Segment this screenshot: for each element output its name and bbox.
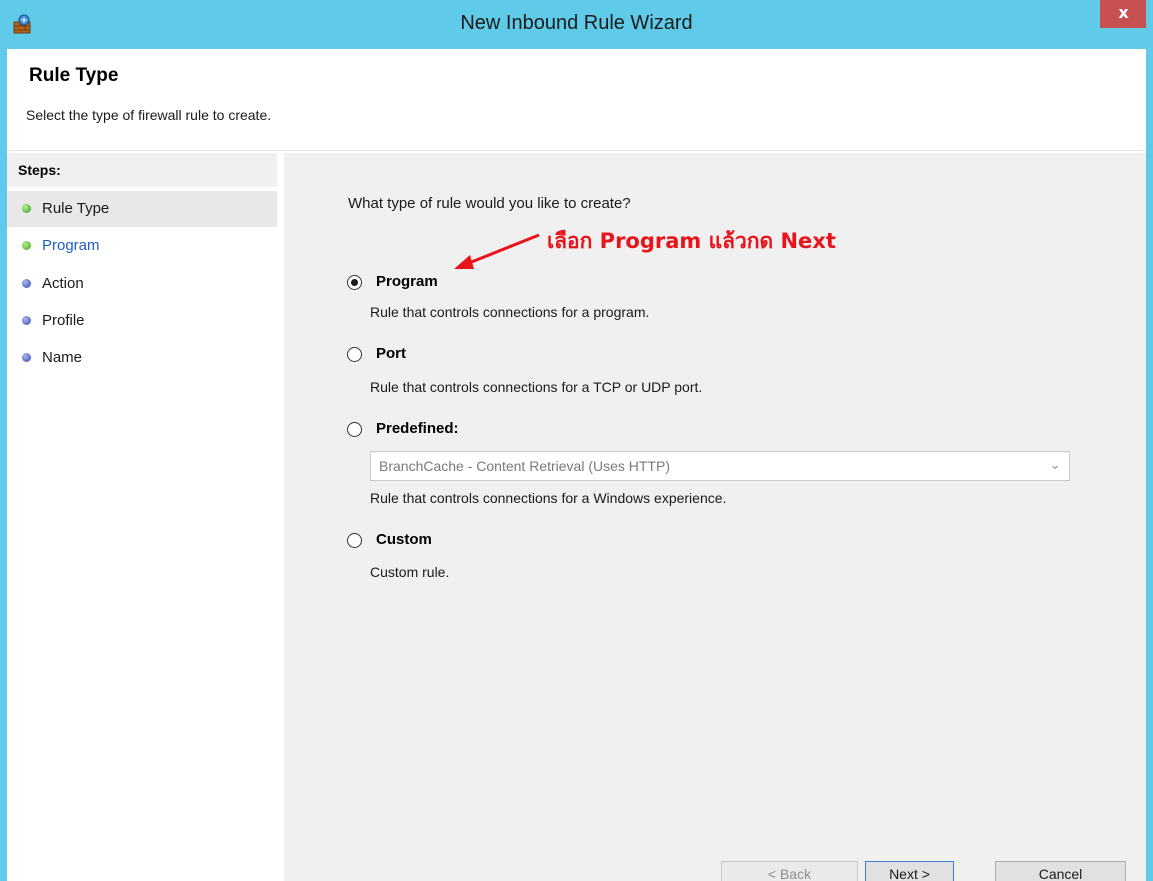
back-button[interactable]: < Back <box>721 861 858 881</box>
page-subtitle: Select the type of firewall rule to crea… <box>26 107 272 123</box>
radio-port[interactable] <box>347 347 362 362</box>
step-profile[interactable]: Profile <box>7 303 277 339</box>
title-bar[interactable]: New Inbound Rule Wizard x <box>7 0 1146 49</box>
page-title: Rule Type <box>29 65 119 86</box>
step-label: Program <box>42 237 100 254</box>
option-custom-desc: Custom rule. <box>370 564 450 580</box>
step-program[interactable]: Program <box>7 228 277 264</box>
option-port-desc: Rule that controls connections for a TCP… <box>370 379 703 395</box>
step-label: Action <box>42 275 84 292</box>
main-panel: What type of rule would you like to crea… <box>284 153 1146 881</box>
annotation-text: เลือก Program แล้วกด Next <box>547 229 836 253</box>
radio-custom[interactable] <box>347 533 362 548</box>
step-label: Profile <box>42 312 85 329</box>
close-button[interactable]: x <box>1100 0 1146 28</box>
steps-heading: Steps: <box>18 162 61 178</box>
next-button[interactable]: Next > <box>865 861 954 881</box>
predefined-select-value: BranchCache - Content Retrieval (Uses HT… <box>379 458 670 474</box>
radio-program[interactable] <box>347 275 362 290</box>
window-title: New Inbound Rule Wizard <box>460 12 693 34</box>
option-program-desc: Rule that controls connections for a pro… <box>370 304 650 320</box>
step-complete-icon <box>22 241 31 250</box>
step-pending-icon <box>22 279 31 288</box>
step-action[interactable]: Action <box>7 266 277 302</box>
cancel-button[interactable]: Cancel <box>995 861 1126 881</box>
step-pending-icon <box>22 353 31 362</box>
option-predefined-label[interactable]: Predefined: <box>376 420 459 437</box>
step-label: Rule Type <box>42 200 110 217</box>
step-rule-type[interactable]: Rule Type <box>7 191 277 227</box>
step-label: Name <box>42 349 83 366</box>
question-label: What type of rule would you like to crea… <box>348 195 631 212</box>
chevron-down-icon: ⌄ <box>1049 457 1061 473</box>
step-complete-icon <box>22 204 31 213</box>
header-divider <box>7 150 1146 151</box>
wizard-window: New Inbound Rule Wizard x Rule Type Sele… <box>0 0 1153 881</box>
option-port-label[interactable]: Port <box>376 345 406 362</box>
wizard-header: Rule Type Select the type of firewall ru… <box>7 49 1146 153</box>
steps-header: Steps: <box>7 153 277 187</box>
annotation-arrow-icon <box>454 233 540 269</box>
step-name[interactable]: Name <box>7 340 277 376</box>
step-pending-icon <box>22 316 31 325</box>
steps-sidebar: Steps: Rule Type Program Action Profile … <box>7 153 285 881</box>
predefined-select[interactable]: BranchCache - Content Retrieval (Uses HT… <box>370 451 1070 481</box>
option-program-label[interactable]: Program <box>376 273 438 290</box>
radio-predefined[interactable] <box>347 422 362 437</box>
option-custom-label[interactable]: Custom <box>376 531 432 548</box>
option-predefined-desc: Rule that controls connections for a Win… <box>370 490 727 506</box>
